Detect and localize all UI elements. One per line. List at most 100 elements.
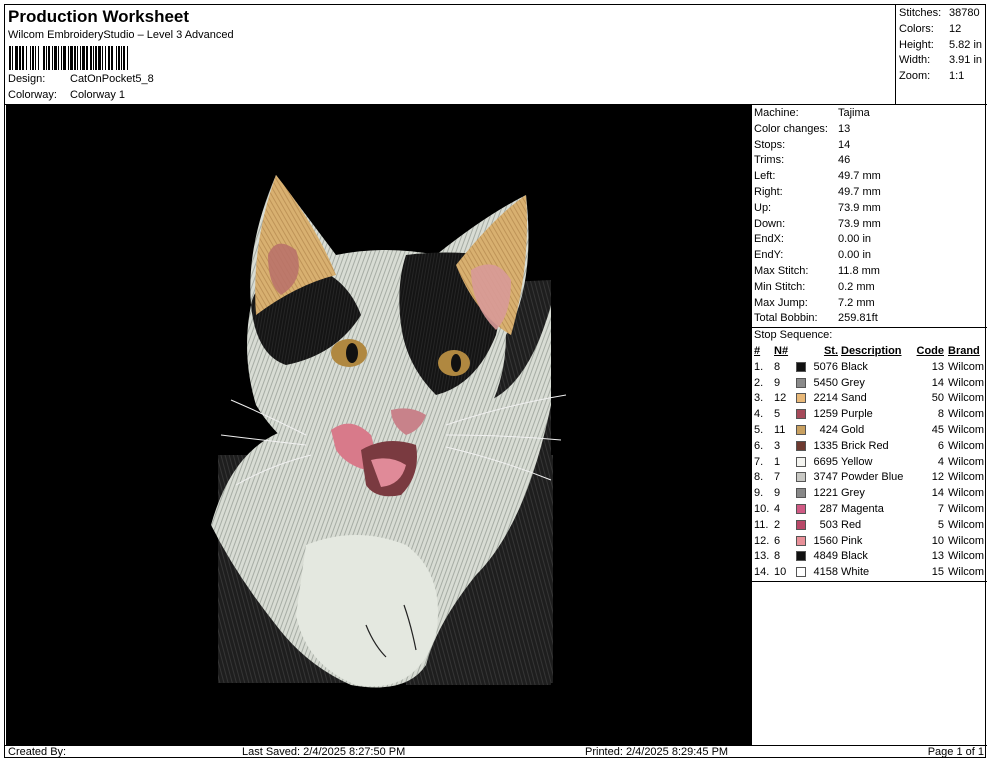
sequence-num: 14.: [754, 566, 770, 579]
stat-value: 5.82 in: [949, 38, 983, 51]
sequence-num: 13.: [754, 550, 770, 563]
design-value: CatOnPocket5_8: [70, 73, 154, 85]
info-label: Color changes:: [754, 122, 828, 135]
sequence-code: 13: [931, 550, 944, 563]
stat-label: Height:: [899, 38, 934, 51]
info-row: Machine: Tajima: [752, 106, 987, 122]
sequence-code: 12: [931, 471, 944, 484]
sequence-desc: White: [841, 566, 870, 579]
sequence-row: 9. 9 1221 Grey 14 Wilcom: [752, 486, 987, 502]
stat-value: 38780: [949, 7, 980, 19]
sequence-num: 9.: [754, 487, 764, 500]
sequence-n: 3: [774, 439, 781, 452]
sequence-st: 1221: [813, 487, 838, 500]
sequence-row: 13. 8 4849 Black 13 Wilcom: [752, 549, 987, 565]
page-title: Production Worksheet: [8, 7, 190, 26]
design-preview: [6, 105, 751, 745]
info-value: 73.9 mm: [838, 201, 881, 214]
sequence-list: 1. 8 5076 Black 13 Wilcom 2. 9 5450 Grey 14 Wilcom 3…: [752, 360, 987, 582]
sequence-num: 7.: [754, 455, 764, 468]
design-row: Design: CatOnPocket5_8: [8, 73, 154, 85]
stat-value: 12: [949, 22, 962, 35]
sequence-code: 15: [931, 566, 944, 579]
info-label: Total Bobbin:: [754, 312, 818, 325]
stat-row: Colors: 12: [899, 22, 987, 38]
page-number: Page 1 of 1: [927, 746, 984, 758]
col-code: Code: [916, 344, 945, 357]
sequence-row: 1. 8 5076 Black 13 Wilcom: [752, 360, 987, 376]
sequence-desc: Powder Blue: [841, 471, 904, 484]
sequence-brand: Wilcom: [948, 392, 985, 405]
info-label: Max Jump:: [754, 296, 808, 309]
color-swatch-icon: [794, 534, 808, 550]
sequence-desc: Black: [841, 550, 868, 563]
sequence-n: 11: [774, 423, 786, 436]
swatch-square: [796, 393, 806, 404]
color-swatch-icon: [794, 360, 808, 376]
info-row: Trims: 46: [752, 153, 987, 169]
color-swatch-icon: [794, 455, 808, 471]
color-swatch-icon: [794, 565, 808, 581]
sequence-row: 6. 3 1335 Brick Red 6 Wilcom: [752, 439, 987, 455]
header: Production Worksheet Wilcom EmbroiderySt…: [5, 5, 895, 104]
sequence-st: 1335: [813, 439, 838, 452]
sequence-desc: Gold: [841, 423, 865, 436]
col-desc: Description: [841, 344, 902, 357]
sequence-brand: Wilcom: [948, 423, 985, 436]
info-row: EndX: 0.00 in: [752, 232, 987, 248]
color-swatch-icon: [794, 391, 808, 407]
software-name: Wilcom EmbroideryStudio – Level 3 Advanc…: [8, 29, 234, 41]
sequence-num: 2.: [754, 376, 764, 389]
sequence-row: 10. 4 287 Magenta 7 Wilcom: [752, 502, 987, 518]
sequence-code: 4: [937, 455, 944, 468]
swatch-square: [796, 503, 806, 514]
info-label: Up:: [754, 201, 772, 214]
swatch-square: [796, 377, 806, 388]
sequence-brand: Wilcom: [948, 455, 985, 468]
sequence-row: 7. 1 6695 Yellow 4 Wilcom: [752, 455, 987, 471]
col-st: St.: [823, 344, 838, 357]
sequence-header: # N# St. Description Code Brand: [752, 344, 987, 360]
stat-value: 3.91 in: [949, 54, 983, 67]
sequence-desc: Purple: [841, 408, 873, 421]
swatch-square: [796, 488, 806, 499]
swatch-square: [796, 424, 806, 435]
color-swatch-icon: [794, 502, 808, 518]
sequence-row: 4. 5 1259 Purple 8 Wilcom: [752, 407, 987, 423]
color-swatch-icon: [794, 518, 808, 534]
sequence-brand: Wilcom: [948, 518, 985, 531]
info-value: 11.8 mm: [838, 264, 880, 277]
col-brand: Brand: [948, 344, 980, 357]
worksheet: Production Worksheet Wilcom EmbroiderySt…: [4, 4, 987, 758]
barcode-bar: [128, 46, 132, 70]
swatch-square: [796, 361, 806, 372]
sequence-code: 50: [931, 392, 944, 405]
sequence-code: 45: [931, 423, 944, 436]
info-value: 7.2 mm: [838, 296, 875, 309]
sequence-num: 1.: [754, 360, 764, 373]
sequence-code: 10: [931, 534, 944, 547]
info-label: Min Stitch:: [754, 280, 806, 293]
info-value: 73.9 mm: [838, 217, 881, 230]
color-swatch-icon: [794, 470, 808, 486]
sequence-desc: Grey: [841, 376, 865, 389]
sequence-brand: Wilcom: [948, 534, 985, 547]
info-row: Right: 49.7 mm: [752, 185, 987, 201]
info-value: 0.2 mm: [838, 280, 875, 293]
sequence-st: 424: [819, 423, 838, 436]
stat-row: Stitches: 38780: [899, 6, 987, 22]
swatch-square: [796, 472, 806, 483]
sequence-desc: Red: [841, 518, 862, 531]
sequence-desc: Brick Red: [841, 439, 889, 452]
info-panel: Machine: Tajima Color changes: 13 Stops: 14 Tr…: [751, 105, 987, 745]
sequence-brand: Wilcom: [948, 502, 985, 515]
sequence-code: 5: [937, 518, 944, 531]
sequence-row: 8. 7 3747 Powder Blue 12 Wilcom: [752, 470, 987, 486]
sequence-st: 4849: [813, 550, 838, 563]
info-value: 0.00 in: [838, 249, 872, 262]
sequence-n: 8: [774, 360, 781, 373]
stat-row: Width: 3.91 in: [899, 53, 987, 69]
color-swatch-icon: [794, 439, 808, 455]
sequence-brand: Wilcom: [948, 360, 985, 373]
sequence-brand: Wilcom: [948, 566, 985, 579]
